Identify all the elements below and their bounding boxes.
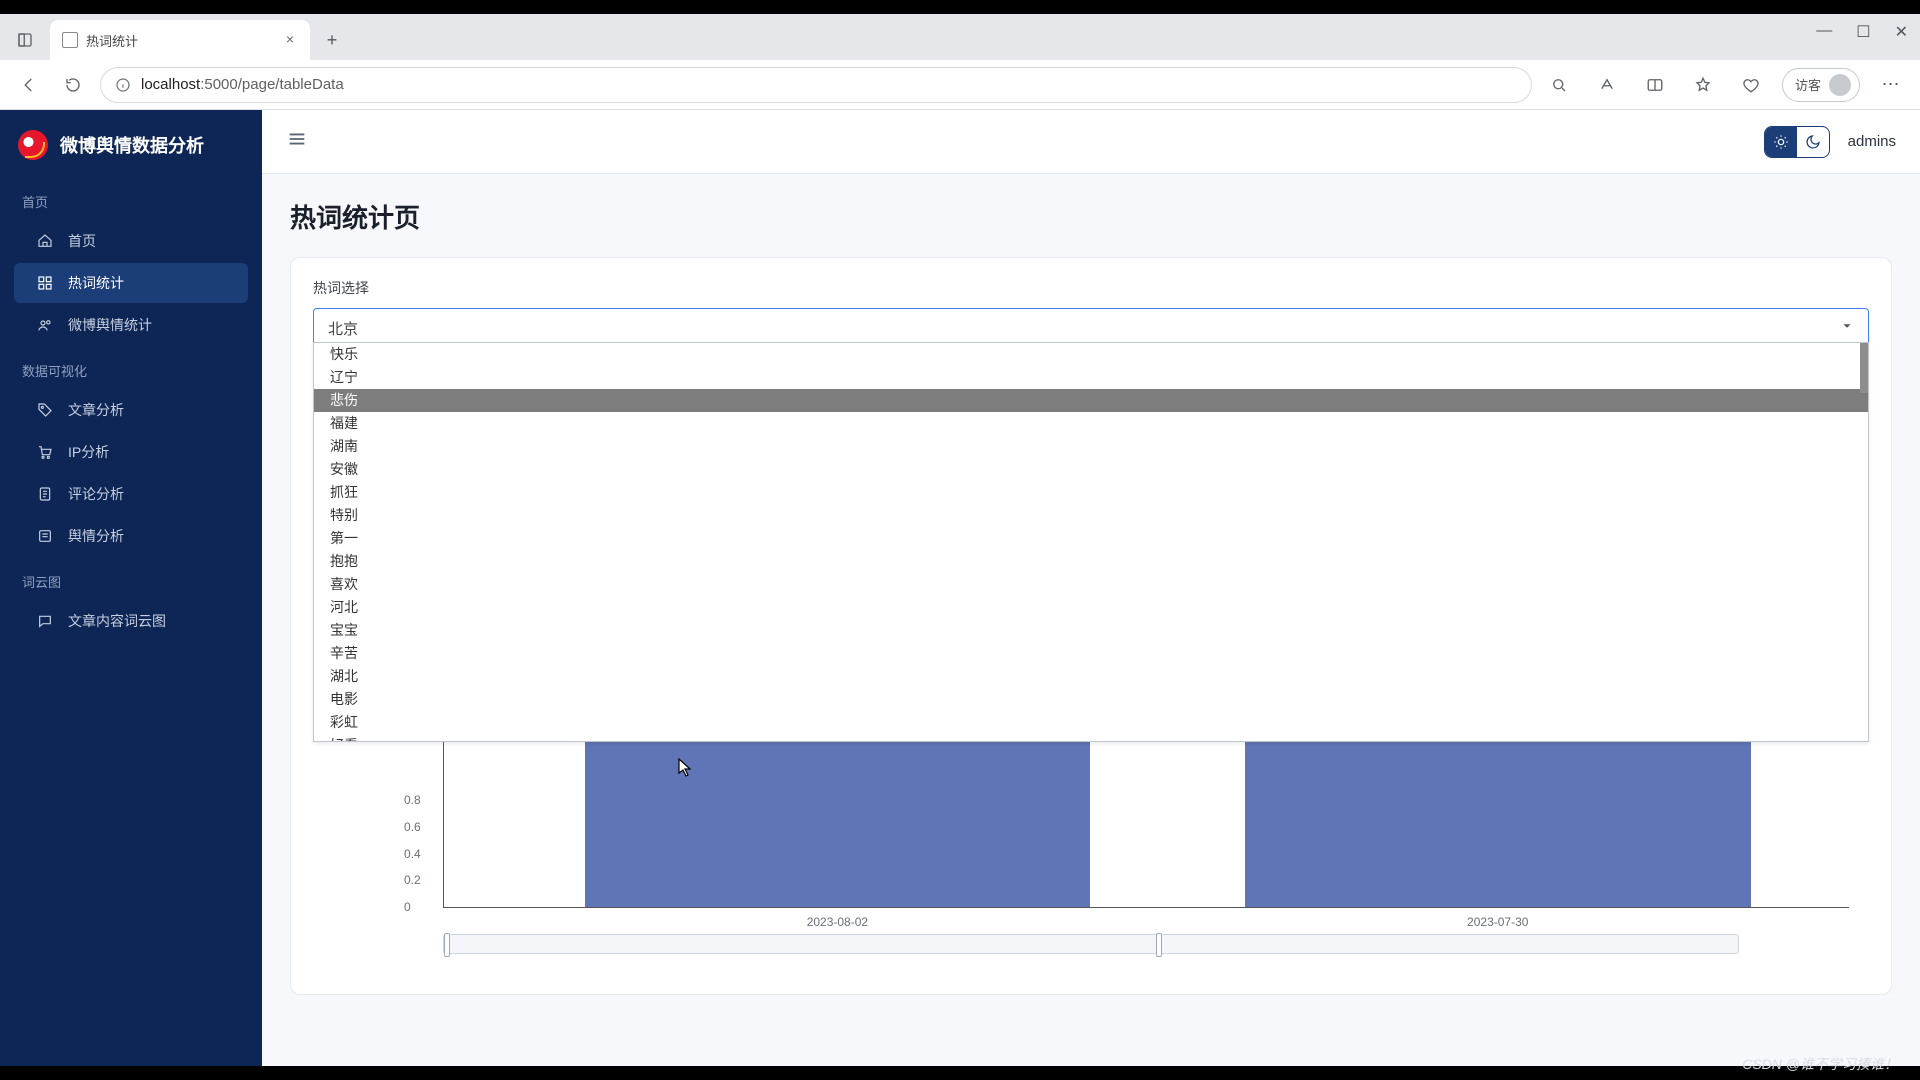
slider-handle-left[interactable]: [444, 933, 450, 957]
chart-ytick: 0.2: [404, 873, 421, 887]
brand: 微博舆情数据分析: [0, 120, 262, 178]
page-icon: [62, 32, 78, 48]
select-value: 北京: [328, 318, 358, 339]
sidebar-item-label: 热词统计: [68, 273, 124, 293]
theme-light-button[interactable]: [1765, 127, 1797, 157]
theme-dark-button[interactable]: [1797, 127, 1829, 157]
window-controls: — ☐ ✕: [1816, 22, 1908, 42]
sidebar-item[interactable]: 首页: [14, 221, 248, 261]
browser-address-bar: localhost:5000/page/tableData 访客 ⋯: [0, 60, 1920, 110]
sidebar-item-label: 评论分析: [68, 484, 124, 504]
dropdown-option[interactable]: 好看: [314, 734, 1868, 742]
sidebar-item-label: IP分析: [68, 442, 109, 462]
chevron-down-icon: [1840, 319, 1854, 337]
chart-xtick: 2023-07-30: [1467, 915, 1528, 929]
sidebar-item-label: 首页: [68, 231, 96, 251]
tab-actions-button[interactable]: [8, 23, 42, 57]
dropdown-option[interactable]: 宝宝: [314, 619, 1868, 642]
dropdown-option[interactable]: 河北: [314, 596, 1868, 619]
doc2-icon: [36, 527, 54, 545]
dropdown-option[interactable]: 湖南: [314, 435, 1868, 458]
filter-card: 热词选择 北京 快乐辽宁悲伤福建湖南安徽抓狂特别第一抱抱喜欢河北宝宝辛苦湖北电影…: [290, 257, 1892, 995]
profile-badge[interactable]: 访客: [1782, 68, 1860, 102]
page-title: 热词统计页: [290, 198, 1892, 235]
menu-section-title: 词云图: [0, 558, 262, 599]
hotword-dropdown: 快乐辽宁悲伤福建湖南安徽抓狂特别第一抱抱喜欢河北宝宝辛苦湖北电影彩虹好看期待永远: [313, 342, 1869, 742]
browser-tab[interactable]: 热词统计 ×: [50, 20, 310, 60]
new-tab-button[interactable]: +: [316, 24, 348, 56]
site-info-icon: [115, 77, 131, 93]
collections-icon[interactable]: [1734, 68, 1768, 102]
dropdown-option[interactable]: 安徽: [314, 458, 1868, 481]
users-icon: [36, 316, 54, 334]
chat-icon: [36, 612, 54, 630]
dropdown-option[interactable]: 快乐: [314, 343, 1868, 366]
dropdown-option[interactable]: 特别: [314, 504, 1868, 527]
sidebar-item[interactable]: 文章分析: [14, 390, 248, 430]
minimize-button[interactable]: —: [1816, 22, 1832, 42]
brand-title: 微博舆情数据分析: [60, 132, 204, 158]
browser-tab-strip: 热词统计 × + — ☐ ✕: [0, 14, 1920, 60]
read-aloud-icon[interactable]: [1590, 68, 1624, 102]
sidebar: 微博舆情数据分析 首页首页热词统计微博舆情统计数据可视化文章分析IP分析评论分析…: [0, 110, 262, 1066]
dropdown-option[interactable]: 电影: [314, 688, 1868, 711]
username-label: admins: [1848, 133, 1896, 150]
split-screen-icon[interactable]: [1638, 68, 1672, 102]
refresh-button[interactable]: [56, 68, 90, 102]
url-input[interactable]: localhost:5000/page/tableData: [100, 67, 1532, 103]
sidebar-item[interactable]: 文章内容词云图: [14, 601, 248, 641]
toggle-sidebar-button[interactable]: [286, 128, 308, 155]
url-text: localhost:5000/page/tableData: [141, 76, 344, 93]
sidebar-item[interactable]: 评论分析: [14, 474, 248, 514]
app-header: admins: [262, 110, 1920, 174]
sidebar-item-label: 微博舆情统计: [68, 315, 152, 335]
sidebar-item[interactable]: 舆情分析: [14, 516, 248, 556]
dropdown-option[interactable]: 悲伤: [314, 389, 1868, 412]
menu-section-title: 首页: [0, 178, 262, 219]
dropdown-option[interactable]: 喜欢: [314, 573, 1868, 596]
weibo-logo-icon: [18, 130, 48, 160]
chart-ytick: 0.8: [404, 793, 421, 807]
dropdown-scrollbar[interactable]: [1860, 343, 1868, 393]
cart-icon: [36, 443, 54, 461]
close-window-button[interactable]: ✕: [1895, 22, 1908, 42]
dropdown-option[interactable]: 彩虹: [314, 711, 1868, 734]
chart-ytick: 0: [404, 900, 411, 914]
sidebar-item[interactable]: 热词统计: [14, 263, 248, 303]
menu-section-title: 数据可视化: [0, 347, 262, 388]
close-tab-button[interactable]: ×: [282, 32, 298, 48]
grid-icon: [36, 274, 54, 292]
tag-icon: [36, 401, 54, 419]
maximize-button[interactable]: ☐: [1856, 22, 1870, 42]
theme-toggle[interactable]: [1764, 126, 1830, 158]
chart-xtick: 2023-08-02: [807, 915, 868, 929]
doc-icon: [36, 485, 54, 503]
profile-label: 访客: [1795, 75, 1821, 94]
chart-range-slider[interactable]: [443, 934, 1739, 954]
sidebar-item-label: 舆情分析: [68, 526, 124, 546]
tab-title: 热词统计: [86, 31, 274, 50]
zoom-icon[interactable]: [1542, 68, 1576, 102]
dropdown-option[interactable]: 湖北: [314, 665, 1868, 688]
sidebar-item-label: 文章内容词云图: [68, 611, 166, 631]
dropdown-option[interactable]: 第一: [314, 527, 1868, 550]
dropdown-option[interactable]: 辛苦: [314, 642, 1868, 665]
dropdown-option[interactable]: 抱抱: [314, 550, 1868, 573]
sidebar-item[interactable]: IP分析: [14, 432, 248, 472]
slider-handle-right[interactable]: [1156, 933, 1162, 957]
dropdown-option[interactable]: 抓狂: [314, 481, 1868, 504]
favorites-icon[interactable]: [1686, 68, 1720, 102]
dropdown-option[interactable]: 辽宁: [314, 366, 1868, 389]
avatar-icon: [1829, 74, 1851, 96]
select-label: 热词选择: [313, 278, 1869, 298]
back-button[interactable]: [12, 68, 46, 102]
sidebar-item[interactable]: 微博舆情统计: [14, 305, 248, 345]
dropdown-option[interactable]: 福建: [314, 412, 1868, 435]
more-menu-button[interactable]: ⋯: [1874, 68, 1908, 102]
sidebar-item-label: 文章分析: [68, 400, 124, 420]
chart-ytick: 0.4: [404, 847, 421, 861]
chart-ytick: 0.6: [404, 820, 421, 834]
watermark: CSDN @谁不学习揍谁！: [1742, 1054, 1898, 1074]
home-icon: [36, 232, 54, 250]
